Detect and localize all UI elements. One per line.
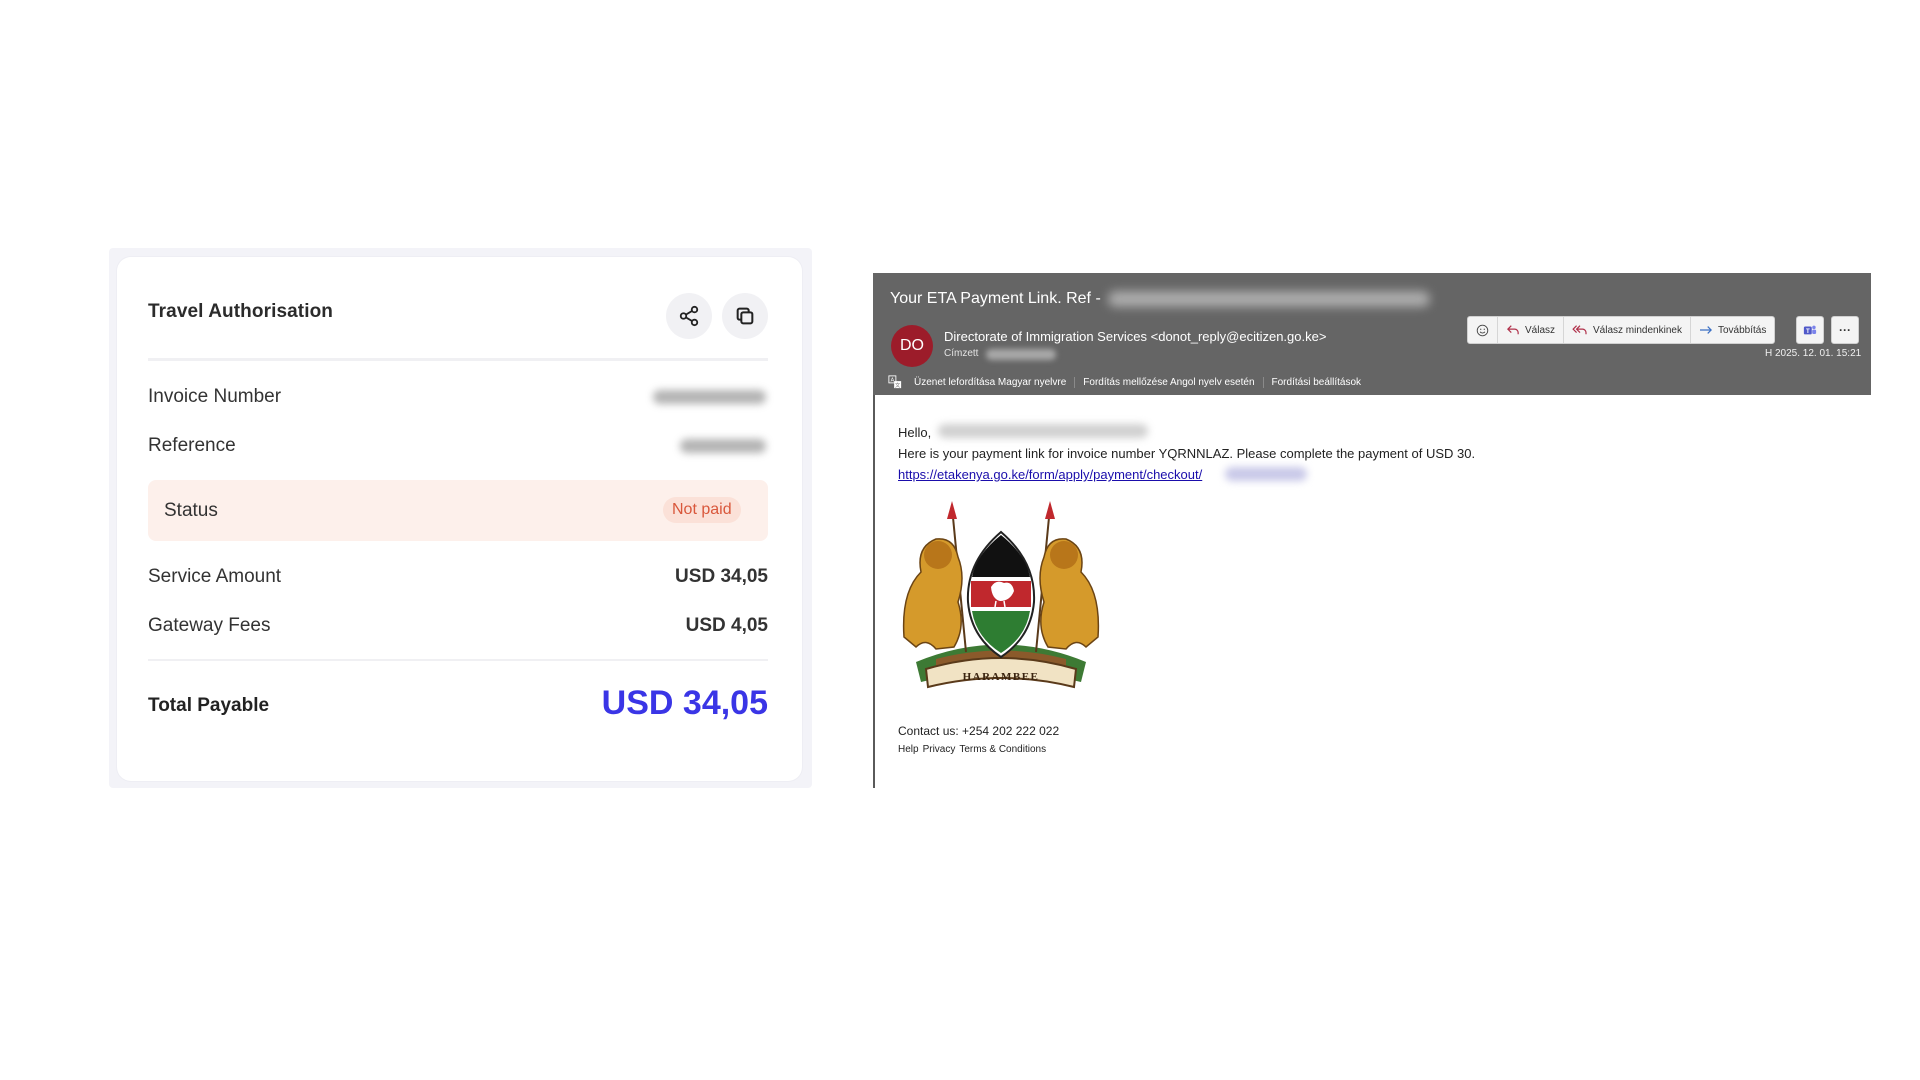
header-divider	[148, 358, 768, 361]
card-title: Travel Authorisation	[148, 301, 333, 322]
coat-of-arms-image: HARAMBEE	[902, 501, 1100, 689]
invoice-number-label: Invoice Number	[148, 386, 282, 407]
reference-value-redacted	[680, 439, 766, 453]
copy-button[interactable]	[722, 293, 768, 339]
invoice-number-value-redacted	[653, 390, 766, 404]
emoji-icon	[1476, 324, 1489, 336]
email-date: H 2025. 12. 01. 15:21	[1765, 348, 1862, 359]
avatar[interactable]: DO	[891, 325, 933, 367]
teams-icon: T	[1803, 325, 1817, 335]
gateway-fees-value: USD 4,05	[685, 615, 768, 636]
subject-ref-redacted	[1108, 291, 1430, 307]
body-line-1: Here is your payment link for invoice nu…	[898, 446, 1476, 461]
reply-all-label: Válasz mindenkinek	[1593, 324, 1682, 336]
total-divider	[148, 659, 768, 661]
payment-link-id-redacted	[1225, 467, 1307, 481]
greeting: Hello,	[898, 425, 932, 440]
svg-text:A: A	[891, 378, 895, 384]
translate-bar: A 文 Üzenet lefordítása Magyar nyelvre Fo…	[888, 372, 1369, 392]
status-label: Status	[164, 500, 218, 521]
translate-message-button[interactable]: Üzenet lefordítása Magyar nyelvre	[906, 376, 1076, 388]
forward-arrow-icon	[1699, 326, 1712, 334]
forward-label: Továbbítás	[1717, 324, 1767, 336]
total-payable-value: USD 34,05	[601, 684, 768, 722]
sender-address[interactable]: Directorate of Immigration Services <don…	[944, 329, 1326, 344]
email-subject: Your ETA Payment Link. Ref -	[890, 290, 1101, 307]
teams-button[interactable]: T	[1796, 316, 1824, 344]
recipient-redacted	[986, 349, 1056, 360]
reply-all-button[interactable]: Válasz mindenkinek	[1564, 317, 1691, 343]
terms-link[interactable]: Terms & Conditions	[959, 744, 1046, 755]
footer-links: Help Privacy Terms & Conditions	[898, 744, 1046, 755]
service-amount-value: USD 34,05	[675, 566, 768, 587]
share-icon	[679, 305, 699, 327]
more-options-button[interactable]: ···	[1831, 316, 1859, 344]
copy-icon	[736, 307, 754, 325]
reply-label: Válasz	[1525, 324, 1556, 336]
email-action-bar: Válasz Válasz mindenkinek Továbbítás	[1467, 316, 1776, 344]
service-amount-label: Service Amount	[148, 566, 282, 587]
reply-icon	[1507, 325, 1519, 335]
coat-motto: HARAMBEE	[963, 671, 1040, 683]
privacy-link[interactable]: Privacy	[923, 744, 956, 755]
translate-icon: A 文	[888, 375, 902, 389]
status-badge: Not paid	[663, 497, 741, 523]
forward-button[interactable]: Továbbítás	[1691, 317, 1774, 343]
help-link[interactable]: Help	[898, 744, 919, 755]
reply-button[interactable]: Válasz	[1498, 317, 1565, 343]
recipient-label: Címzett	[944, 348, 979, 359]
reference-label: Reference	[148, 435, 236, 456]
reply-all-icon	[1572, 325, 1587, 335]
translation-settings-button[interactable]: Fordítási beállítások	[1264, 377, 1370, 388]
emoji-reaction-button[interactable]	[1468, 317, 1498, 343]
share-button[interactable]	[666, 293, 712, 339]
gateway-fees-label: Gateway Fees	[148, 615, 271, 636]
svg-text:T: T	[1806, 328, 1810, 335]
recipient-name-redacted	[938, 424, 1148, 438]
contact-line: Contact us: +254 202 222 022	[898, 724, 1060, 738]
svg-text:文: 文	[895, 381, 901, 389]
payment-link[interactable]: https://etakenya.go.ke/form/apply/paymen…	[898, 467, 1202, 482]
never-translate-button[interactable]: Fordítás mellőzése Angol nyelv esetén	[1075, 376, 1264, 388]
total-payable-label: Total Payable	[148, 695, 270, 716]
